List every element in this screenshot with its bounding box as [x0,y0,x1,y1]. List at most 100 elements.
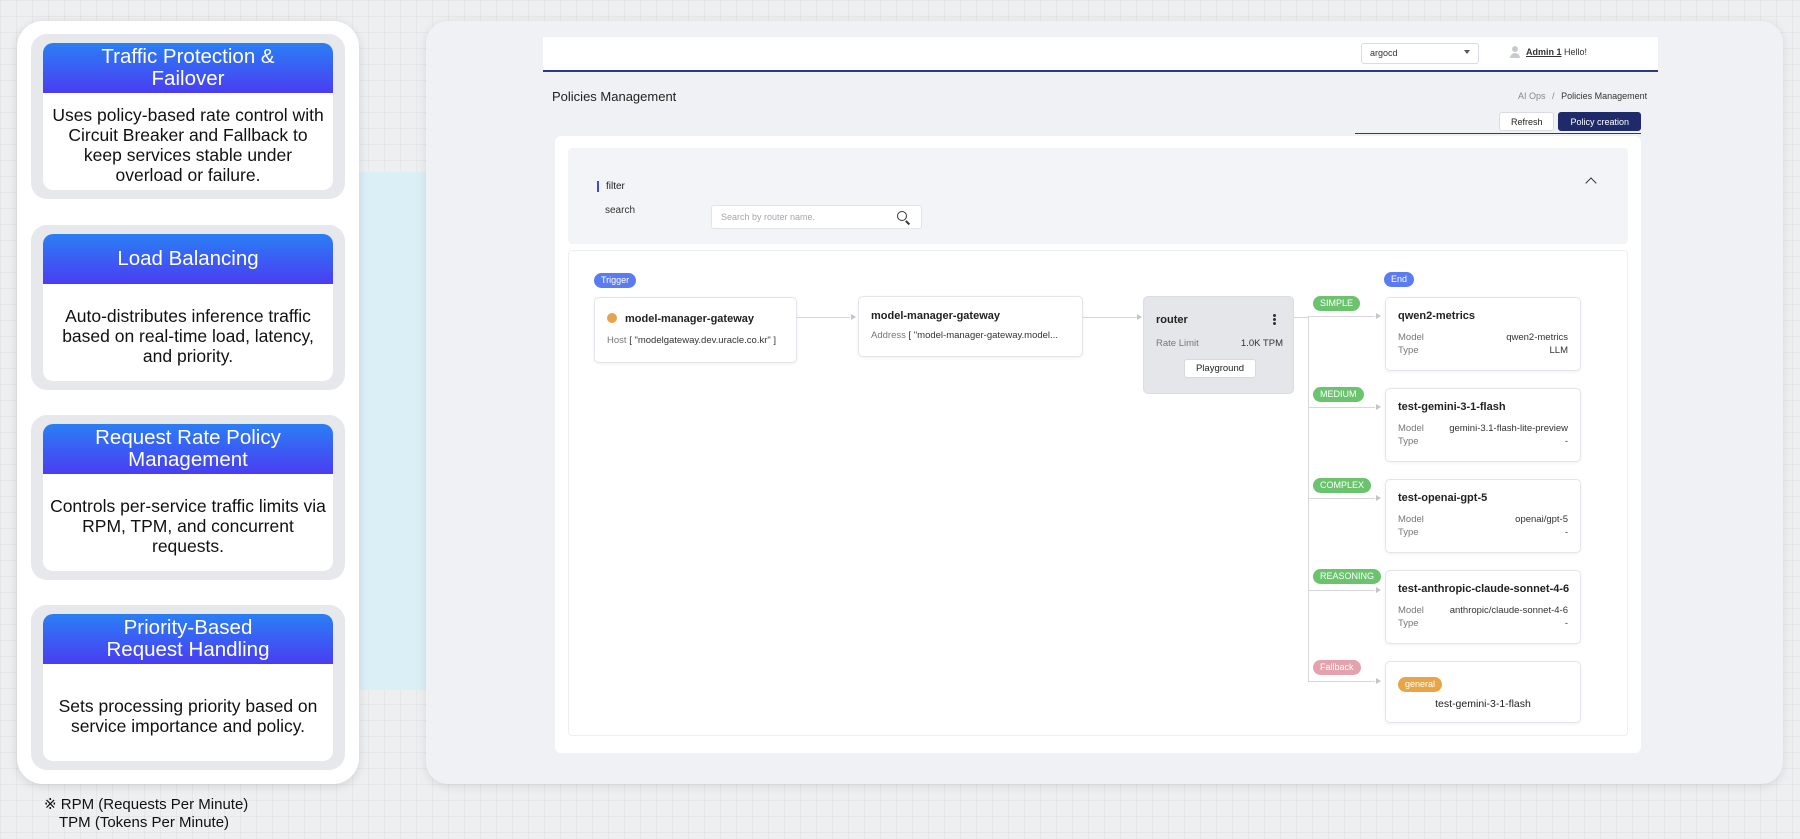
user-menu[interactable]: Admin 1 Hello! [1509,46,1587,58]
feature-title: Traffic Protection & Failover [43,43,333,93]
feature-card-inner: Traffic Protection & Failover Uses polic… [43,43,333,190]
router-node[interactable]: router Rate Limit 1.0K TPM Playground [1143,296,1294,394]
route-title: qwen2-metrics [1398,310,1476,322]
feature-desc: Controls per-service traffic limits via … [50,495,326,556]
connector-line [1308,681,1375,682]
namespace-value: argocd [1370,48,1398,58]
search-input[interactable] [712,206,882,228]
feature-card-rate-policy: Request Rate Policy Management Controls … [31,415,345,580]
host-label: Host [607,335,627,346]
model-label: Model [1398,514,1424,525]
route-title: test-anthropic-claude-sonnet-4-6 [1398,583,1570,595]
filter-label: filter [597,181,625,192]
connector-line [797,317,850,318]
type-value: - [1564,618,1568,629]
policy-creation-button[interactable]: Policy creation [1558,112,1641,131]
end-tag: End [1384,272,1415,287]
route-node-medium[interactable]: test-gemini-3-1-flash Model gemini-3.1-fl… [1385,388,1581,462]
decorative-band [355,172,430,690]
fallback-tag: Fallback [1313,660,1361,675]
type-label: Type [1398,618,1419,629]
refresh-button[interactable]: Refresh [1498,112,1555,131]
arrow-icon [1376,313,1381,319]
router-title: router [1156,314,1188,326]
fallback-badge: general [1398,677,1443,692]
feature-card-inner: Load Balancing Auto-distributes inferenc… [43,234,333,381]
type-label: Type [1398,345,1419,356]
address-value: [ "model-manager-gateway.model... [908,330,1058,341]
type-value: - [1564,527,1568,538]
feature-card-traffic-protection: Traffic Protection & Failover Uses polic… [31,34,345,199]
arrow-icon [1137,314,1142,320]
breadcrumb-parent[interactable]: AI Ops [1518,91,1546,101]
model-value: openai/gpt-5 [1515,514,1568,525]
feature-title: Request Rate Policy Management [43,424,333,474]
namespace-select[interactable]: argocd [1361,43,1479,64]
filter-panel: filter search [568,148,1628,244]
type-label: Type [1398,527,1419,538]
greeting: Hello! [1564,47,1588,57]
action-buttons: Refresh Policy creation [1355,112,1641,134]
connector-line [1308,407,1375,408]
route-tag-complex: COMPLEX [1313,478,1372,493]
breadcrumb-current: Policies Management [1561,91,1648,101]
gateway-node[interactable]: model-manager-gateway Address [ "model-m… [858,296,1083,357]
arrow-icon [1376,404,1381,410]
chevron-down-icon [1464,50,1470,54]
search-box [711,205,922,229]
feature-desc: Auto-distributes inference traffic based… [62,305,314,366]
user-name[interactable]: Admin 1 [1526,47,1562,57]
route-node-complex[interactable]: test-openai-gpt-5 Model openai/gpt-5 Type… [1385,479,1581,553]
rate-limit-label: Rate Limit [1156,338,1199,349]
feature-desc: Uses policy-based rate control with Circ… [52,104,324,185]
playground-button[interactable]: Playground [1184,359,1256,378]
model-label: Model [1398,423,1424,434]
address-label: Address [871,330,906,341]
fallback-node[interactable]: general test-gemini-3-1-flash [1385,661,1581,723]
route-title: test-openai-gpt-5 [1398,492,1488,504]
feature-card-inner: Priority-Based Request Handling Sets pro… [43,614,333,761]
arrow-icon [1376,678,1381,684]
connector-line [1294,317,1308,318]
feature-card-priority: Priority-Based Request Handling Sets pro… [31,605,345,770]
route-title: test-gemini-3-1-flash [1398,401,1506,413]
connector-trunk [1308,317,1309,682]
connector-line [1083,317,1137,318]
status-dot [607,313,617,323]
host-value: [ "modelgateway.dev.uracle.co.kr" ] [629,335,777,346]
search-icon[interactable] [897,211,907,221]
breadcrumb-separator: / [1552,91,1555,101]
more-options-icon[interactable] [1273,314,1276,317]
model-label: Model [1398,605,1424,616]
user-icon [1509,46,1521,58]
trigger-tag: Trigger [594,273,637,288]
type-label: Type [1398,436,1419,447]
breadcrumb: AI Ops / Policies Management [1518,91,1647,101]
connector-line [1308,590,1375,591]
model-value: qwen2-metrics [1506,332,1568,343]
fallback-target: test-gemini-3-1-flash [1435,698,1531,710]
feature-title: Priority-Based Request Handling [43,614,333,664]
chevron-up-icon[interactable] [1585,177,1597,189]
trigger-node[interactable]: model-manager-gateway Host [ "modelgatew… [594,297,797,363]
arrow-icon [1376,495,1381,501]
route-tag-reasoning: REASONING [1313,569,1382,584]
type-value: LLM [1549,345,1568,356]
arrow-icon [1376,587,1381,593]
gateway-node-title: model-manager-gateway [871,310,1000,322]
route-tag-medium: MEDIUM [1313,387,1364,402]
feature-card-load-balancing: Load Balancing Auto-distributes inferenc… [31,225,345,390]
feature-title: Load Balancing [43,234,333,284]
route-tag-simple: SIMPLE [1313,296,1361,311]
model-value: gemini-3.1-flash-lite-preview [1449,423,1568,434]
feature-panel: Traffic Protection & Failover Uses polic… [17,21,359,784]
rate-limit-value: 1.0K TPM [1240,338,1283,349]
route-node-reasoning[interactable]: test-anthropic-claude-sonnet-4-6 Model an… [1385,570,1581,644]
arrow-icon [851,314,856,320]
route-node-simple[interactable]: qwen2-metrics Model qwen2-metrics Type LLM [1385,297,1581,371]
footnote-tpm: TPM (Tokens Per Minute) [59,814,230,831]
search-label: search [605,205,636,216]
feature-card-inner: Request Rate Policy Management Controls … [43,424,333,571]
trigger-node-title: model-manager-gateway [625,313,754,325]
type-value: - [1564,436,1568,447]
